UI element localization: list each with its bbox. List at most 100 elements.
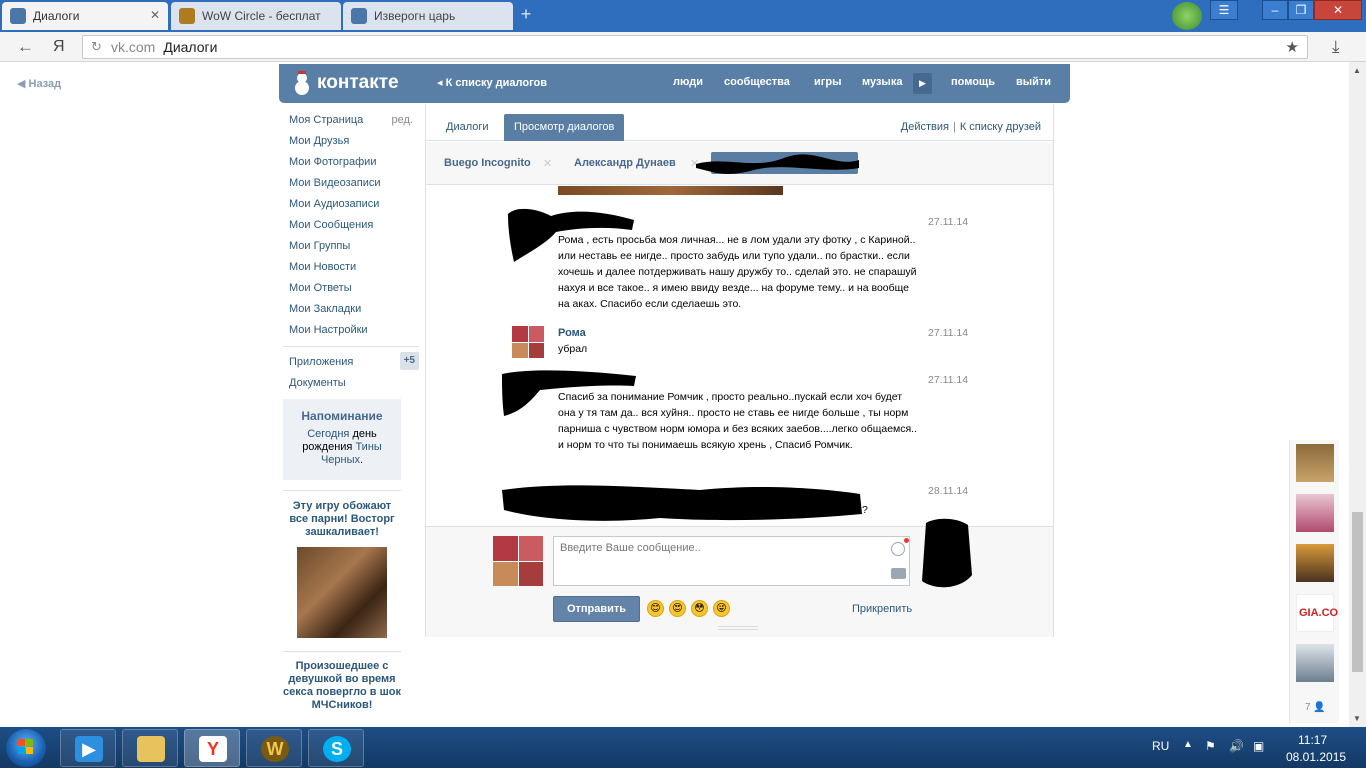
maximize-icon[interactable]: ❐ [1288,0,1314,20]
emoji-flushed-icon[interactable]: 😳 [691,600,708,617]
tab-dialogs[interactable]: Диалоги [436,114,499,141]
nav-help[interactable]: помощь [951,76,995,88]
reminder-person-link[interactable]: Тины [355,441,381,453]
nav-people[interactable]: люди [673,76,703,88]
menu-videos[interactable]: Мои Видеозаписи [289,176,419,197]
menu-apps[interactable]: Приложения +5 [289,352,419,376]
avatar[interactable] [512,326,544,358]
explorer-icon [137,736,165,762]
attach-link[interactable]: Прикрепить [852,603,912,615]
play-icon[interactable]: ▶ [913,73,932,94]
message-author[interactable]: Рома [558,325,918,341]
back-arrow-icon[interactable]: ← [17,37,34,57]
peer-tab[interactable]: Buego Incognito [444,157,531,169]
language-indicator[interactable]: RU [1152,739,1169,753]
menu-news[interactable]: Мои Новости [289,260,419,281]
friend-avatar[interactable] [1296,444,1334,482]
nav-communities[interactable]: сообщества [724,76,790,88]
menu-settings[interactable]: Мои Настройки [289,323,419,344]
menu-answers[interactable]: Мои Ответы [289,281,419,302]
close-window-icon[interactable]: ✕ [1314,0,1362,20]
tray-expand-icon[interactable]: ▲ [1183,739,1193,750]
wow-icon: W [261,736,289,762]
photo-attachment[interactable] [558,186,783,195]
taskbar-yandex-browser[interactable]: Y [184,729,240,767]
edit-link[interactable]: ред. [392,113,413,127]
message-composer: Введите Ваше сообщение.. Отправить 😊 😍 😳… [426,518,1053,637]
reminder-person-link-2[interactable]: Черных [321,454,360,466]
menu-photos[interactable]: Мои Фотографии [289,155,419,176]
start-button[interactable] [6,729,46,767]
friends-list-link[interactable]: К списку друзей [960,121,1041,133]
clock-date[interactable]: 08.01.2015 [1286,750,1346,764]
volume-icon[interactable]: 🔊 [1229,739,1244,753]
vertical-scrollbar[interactable]: ▲ ▼ [1349,62,1366,727]
browser-menu-icon[interactable]: ☰ [1210,0,1238,20]
tab-view-dialogs[interactable]: Просмотр диалогов [504,114,625,141]
dialog-peers: Buego Incognito ✕ Александр Дунаев ✕ [426,142,1053,185]
friends-count[interactable]: 7 👤 [1305,702,1326,713]
friend-avatar[interactable]: GIA.CO [1296,594,1338,632]
taskbar-media-player[interactable]: ▶ [60,729,116,767]
emoji-smile-icon[interactable]: 😊 [647,600,664,617]
minimize-icon[interactable]: – [1262,0,1288,20]
message-history[interactable]: 27.11.14 Рома , есть просьба моя личная.… [426,186,1053,526]
taskbar-explorer[interactable] [122,729,178,767]
menu-documents[interactable]: Документы [289,376,419,397]
camera-icon[interactable] [891,568,906,579]
menu-friends[interactable]: Мои Друзья [289,134,419,155]
message-date: 27.11.14 [928,374,969,386]
tab-wowcircle[interactable]: WoW Circle - бесплат [171,2,341,30]
menu-bookmarks[interactable]: Мои Закладки [289,302,419,323]
menu-messages[interactable]: Мои Сообщения [289,218,419,239]
taskbar-skype[interactable]: S [308,729,364,767]
message-text: убрал [558,343,588,355]
network-icon[interactable]: ▣ [1253,739,1264,753]
reminder-today-link[interactable]: Сегодня [307,428,349,440]
friend-avatar[interactable] [1296,644,1334,682]
close-icon[interactable]: ✕ [543,157,552,170]
close-tab-icon[interactable]: ✕ [150,8,160,22]
action-center-icon[interactable]: ⚑ [1205,739,1216,753]
back-link[interactable]: ◀ Назад [17,77,61,90]
actions-link[interactable]: Действия [901,121,949,133]
menu-audio[interactable]: Мои Аудиозаписи [289,197,419,218]
ad-image[interactable] [297,547,387,638]
ad-title[interactable]: Эту игру обожают все парни! Восторг зашк… [283,500,401,539]
my-avatar[interactable] [493,536,543,586]
message-date: 28.11.14 [928,485,969,497]
peer-tab[interactable]: Александр Дунаев [574,157,676,169]
url-field[interactable]: ↻ vk.com Диалоги ★ [82,35,1308,59]
menu-groups[interactable]: Мои Группы [289,239,419,260]
resize-grip[interactable] [718,626,758,630]
emoji-love-icon[interactable]: 😍 [669,600,686,617]
bookmark-star-icon[interactable]: ★ [1286,38,1299,56]
download-icon[interactable]: ⤓ [1332,37,1340,57]
tab-dialogs[interactable]: Диалоги ✕ [2,2,168,30]
emoji-wink-icon[interactable]: 😜 [713,600,730,617]
ad-title[interactable]: Произошедшее с девушкой во время секса п… [283,660,401,712]
scroll-thumb[interactable] [1352,512,1363,672]
scroll-down-icon[interactable]: ▼ [1353,714,1361,723]
reload-icon[interactable]: ↻ [91,39,102,55]
yandex-icon[interactable]: Я [53,38,65,56]
friend-avatar[interactable] [1296,494,1334,532]
nav-logout[interactable]: выйти [1016,76,1051,88]
smiley-icon[interactable] [891,538,909,556]
message-input[interactable]: Введите Ваше сообщение.. [553,536,910,586]
friend-avatar[interactable] [1296,544,1334,582]
url-title: Диалоги [163,39,218,55]
taskbar-wow[interactable]: W [246,729,302,767]
back-to-dialogs-link[interactable]: ◂ К списку диалогов [437,76,547,89]
redaction-scribble [922,518,972,588]
clock-time[interactable]: 11:17 [1298,733,1327,747]
vk-logo[interactable]: контакте [291,71,399,95]
tab-izvergon[interactable]: Изверогн царь [343,2,513,30]
send-button[interactable]: Отправить [553,596,640,622]
windows-logo-icon [18,739,33,754]
new-tab-button[interactable]: + [515,5,537,24]
scroll-up-icon[interactable]: ▲ [1353,66,1361,75]
nav-music[interactable]: музыка [862,76,902,88]
nav-games[interactable]: игры [814,76,841,88]
menu-my-page[interactable]: Моя Страница ред. [289,113,419,134]
